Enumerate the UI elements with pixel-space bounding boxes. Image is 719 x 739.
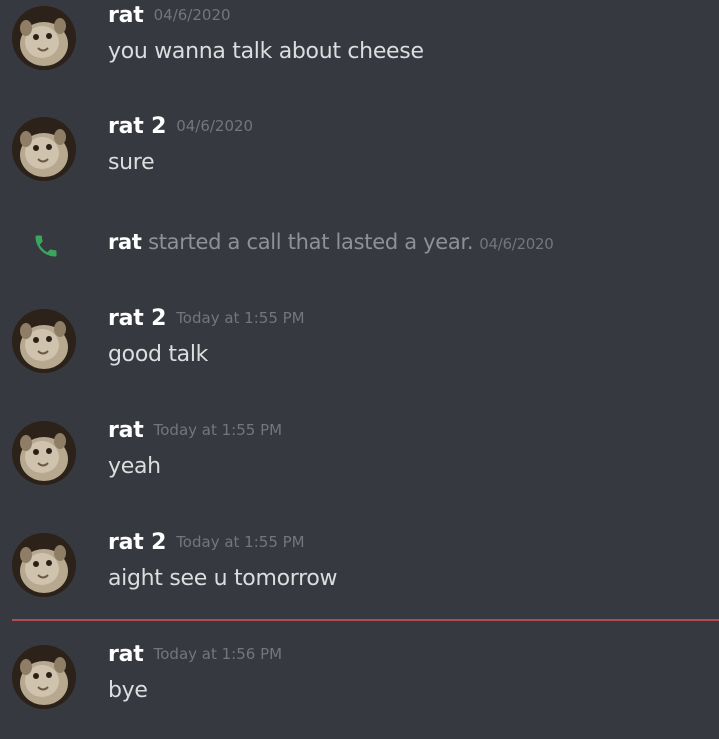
avatar[interactable] <box>12 421 76 485</box>
message-header: rat 04/6/2020 <box>108 3 231 28</box>
avatar[interactable] <box>12 117 76 181</box>
chat-message-list: rat 04/6/2020 you wanna talk about cheese… <box>0 0 719 714</box>
username[interactable]: rat 2 <box>108 306 166 331</box>
chat-message: rat 2 04/6/2020 sure <box>0 111 719 211</box>
new-messages-divider <box>12 619 719 621</box>
chat-message: rat 04/6/2020 you wanna talk about cheese <box>0 0 719 100</box>
message-content: good talk <box>108 342 209 367</box>
message-header: rat Today at 1:55 PM <box>108 418 282 443</box>
call-username[interactable]: rat <box>108 230 142 254</box>
message-header: rat 2 04/6/2020 <box>108 114 253 139</box>
username[interactable]: rat <box>108 3 144 28</box>
message-timestamp[interactable]: 04/6/2020 <box>154 6 231 24</box>
message-timestamp[interactable]: Today at 1:56 PM <box>154 645 282 663</box>
phone-icon <box>35 235 57 257</box>
username[interactable]: rat <box>108 418 144 443</box>
avatar[interactable] <box>12 6 76 70</box>
message-content: you wanna talk about cheese <box>108 39 424 64</box>
chat-message: rat 2 Today at 1:55 PM good talk <box>0 303 719 403</box>
call-description: started a call that lasted a year. <box>148 230 474 254</box>
message-header: rat 2 Today at 1:55 PM <box>108 306 305 331</box>
avatar[interactable] <box>12 645 76 709</box>
username[interactable]: rat 2 <box>108 114 166 139</box>
message-content: yeah <box>108 454 161 479</box>
chat-message: rat Today at 1:56 PM bye <box>0 639 719 739</box>
avatar[interactable] <box>12 533 76 597</box>
username[interactable]: rat <box>108 642 144 667</box>
message-timestamp[interactable]: 04/6/2020 <box>176 117 253 135</box>
message-content: sure <box>108 150 155 175</box>
message-timestamp[interactable]: Today at 1:55 PM <box>176 309 304 327</box>
call-system-message: rat started a call that lasted a year. 04… <box>0 226 719 266</box>
chat-message: rat Today at 1:55 PM yeah <box>0 415 719 515</box>
username[interactable]: rat 2 <box>108 530 166 555</box>
message-content: aight see u tomorrow <box>108 566 338 591</box>
message-header: rat Today at 1:56 PM <box>108 642 282 667</box>
message-content: bye <box>108 678 148 703</box>
avatar[interactable] <box>12 309 76 373</box>
message-header: rat 2 Today at 1:55 PM <box>108 530 305 555</box>
chat-message: rat 2 Today at 1:55 PM aight see u tomorr… <box>0 527 719 627</box>
message-timestamp[interactable]: Today at 1:55 PM <box>176 533 304 551</box>
call-system-text: rat started a call that lasted a year. 04… <box>108 230 554 254</box>
message-timestamp[interactable]: Today at 1:55 PM <box>154 421 282 439</box>
call-timestamp[interactable]: 04/6/2020 <box>479 235 554 253</box>
